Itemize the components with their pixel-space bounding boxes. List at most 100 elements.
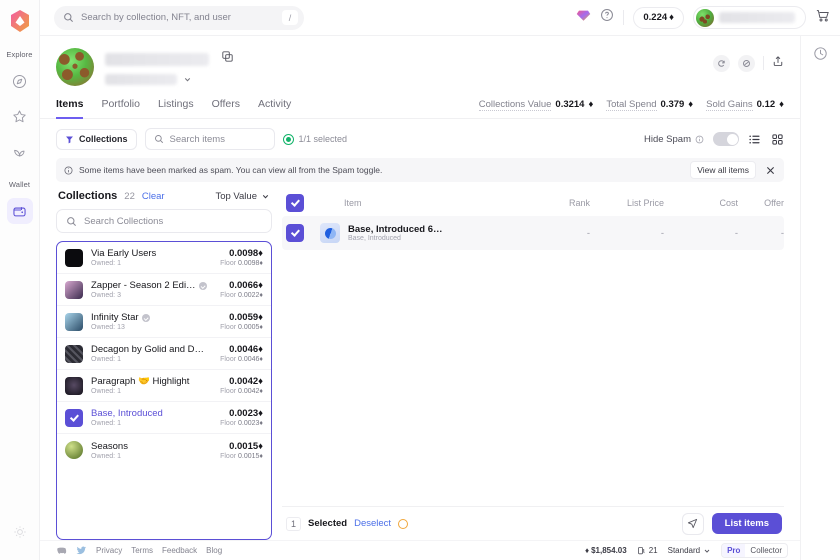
right-rail <box>800 36 840 560</box>
profile-handle-row[interactable] <box>105 74 234 85</box>
cart-icon[interactable] <box>815 8 830 28</box>
stat-value: 0.12 <box>756 99 776 110</box>
send-icon[interactable] <box>681 512 704 535</box>
gem-icon[interactable] <box>576 9 591 27</box>
item-collection: Base, Introduced <box>348 235 401 242</box>
collection-owned: Owned: 1 <box>91 388 121 395</box>
close-icon[interactable] <box>765 165 776 176</box>
column-header-list-price[interactable]: List Price <box>590 198 664 208</box>
tab-listings[interactable]: Listings <box>158 93 194 119</box>
selection-actions: List items <box>681 512 782 535</box>
clear-collections-button[interactable]: Clear <box>142 191 165 202</box>
panes: Collections 22 Clear Top Value Search Co… <box>40 182 800 540</box>
cell-cost: - <box>734 227 738 239</box>
collection-owned: Owned: 1 <box>91 420 121 427</box>
list-item[interactable]: Infinity Star Owned: 13 0.0059♦ Floor 0.… <box>57 306 271 338</box>
global-search[interactable]: Search by collection, NFT, and user / <box>54 5 304 30</box>
collection-info: Via Early Users Owned: 1 <box>91 248 212 267</box>
gas-speed-dropdown[interactable]: Standard <box>668 546 711 555</box>
verified-badge-icon <box>198 281 207 290</box>
eth-price-value: $1,854.03 <box>591 546 627 555</box>
selection-footer: 1 Selected Deselect List items <box>282 506 784 540</box>
list-item-selected[interactable]: Base, Introduced Owned: 1 0.0023♦ Floor … <box>57 402 271 434</box>
filter-bar-right: Hide Spam <box>644 132 784 146</box>
list-items-button[interactable]: List items <box>711 513 782 534</box>
app-logo[interactable] <box>7 8 33 34</box>
theme-toggle-icon[interactable] <box>13 525 27 544</box>
view-all-items-button[interactable]: View all items <box>690 161 756 179</box>
collections-sort-dropdown[interactable]: Top Value <box>215 191 270 202</box>
mode-collector[interactable]: Collector <box>745 544 787 557</box>
avatar <box>696 8 714 27</box>
footer-link-feedback[interactable]: Feedback <box>162 546 197 555</box>
tab-activity[interactable]: Activity <box>258 93 291 119</box>
row-checkbox[interactable] <box>286 224 304 242</box>
deselect-button[interactable]: Deselect <box>354 518 391 529</box>
tab-portfolio[interactable]: Portfolio <box>101 93 140 119</box>
twitter-icon[interactable] <box>76 545 87 556</box>
discord-icon[interactable] <box>56 545 67 556</box>
item-name: Base, Introduced 6… <box>348 224 443 235</box>
collection-checkbox-checked[interactable] <box>65 408 83 427</box>
hide-spam-control[interactable]: Hide Spam <box>644 134 704 145</box>
profile-name-row <box>105 50 234 68</box>
collection-floor: Floor 0.0046♦ <box>220 356 263 363</box>
footer-link-privacy[interactable]: Privacy <box>96 546 122 555</box>
list-item[interactable]: Decagon by Golid and D… Owned: 1 0.0046♦… <box>57 338 271 370</box>
profile-header <box>40 36 800 86</box>
tab-items[interactable]: Items <box>56 93 84 119</box>
collection-floor: Floor 0.0005♦ <box>220 324 263 331</box>
sync-icon[interactable] <box>738 54 755 72</box>
share-icon[interactable] <box>772 54 784 72</box>
list-item[interactable]: Zapper - Season 2 Edi… Owned: 3 0.0066♦ … <box>57 274 271 306</box>
sidebar-item-wallet[interactable] <box>6 198 33 224</box>
rail-section-explore: Explore <box>6 50 33 59</box>
stat-total-spend: Total Spend 0.379 ♦ <box>606 99 693 111</box>
item-cell: Base, Introduced 6… Base, Introduced <box>320 223 516 243</box>
column-header-item[interactable]: Item <box>320 198 516 208</box>
collection-name: Infinity Star <box>91 312 212 323</box>
list-view-icon[interactable] <box>748 133 761 146</box>
star-icon[interactable] <box>7 103 33 129</box>
search-icon <box>64 13 73 22</box>
column-header-cost[interactable]: Cost <box>664 198 738 208</box>
footer-link-terms[interactable]: Terms <box>131 546 153 555</box>
footer-link-blog[interactable]: Blog <box>206 546 222 555</box>
search-collections-input[interactable]: Search Collections <box>56 209 272 233</box>
hide-spam-toggle[interactable] <box>713 132 739 146</box>
eth-symbol: ♦ <box>779 99 784 110</box>
loading-ring-icon <box>398 518 409 529</box>
select-all-checkbox[interactable] <box>286 194 304 212</box>
item-thumbnail <box>320 223 340 243</box>
filter-bar: Collections Search items 1/1 selected Hi… <box>40 119 800 158</box>
account-pill[interactable] <box>693 6 806 29</box>
collection-values: 0.0046♦ Floor 0.0046♦ <box>220 344 263 363</box>
grid-view-icon[interactable] <box>771 133 784 146</box>
compass-icon[interactable] <box>7 68 33 94</box>
list-item[interactable]: Seasons Owned: 1 0.0015♦ Floor 0.0015♦ <box>57 434 271 466</box>
table-row[interactable]: Base, Introduced 6… Base, Introduced - -… <box>282 216 784 250</box>
gas-value: 21 <box>648 546 658 555</box>
list-item[interactable]: Paragraph 🤝 Highlight Owned: 1 0.0042♦ F… <box>57 370 271 402</box>
column-header-offer[interactable]: Offer <box>738 198 784 208</box>
list-item[interactable]: Via Early Users Owned: 1 0.0098♦ Floor 0… <box>57 242 271 274</box>
collection-owned: Owned: 1 <box>91 260 121 267</box>
chevron-down-icon <box>704 549 710 553</box>
tab-offers[interactable]: Offers <box>212 93 240 119</box>
refresh-icon[interactable] <box>713 54 730 72</box>
help-icon[interactable] <box>600 8 614 27</box>
balance-pill[interactable]: 0.224 ♦ <box>633 6 684 29</box>
copy-icon[interactable] <box>221 50 234 68</box>
collection-value: 0.0042♦ <box>229 376 263 387</box>
eth-symbol: ♦ <box>688 99 694 110</box>
account-name-redacted <box>719 12 795 23</box>
collections-filter-button[interactable]: Collections <box>56 128 137 150</box>
sprout-icon[interactable] <box>7 138 33 164</box>
gas-indicator[interactable]: 21 <box>637 546 658 555</box>
search-items-input[interactable]: Search items <box>144 128 275 150</box>
collection-info: Seasons Owned: 1 <box>91 441 212 460</box>
mode-pro[interactable]: Pro <box>722 544 746 557</box>
column-header-rank[interactable]: Rank <box>516 198 590 208</box>
balance-value: 0.224 <box>643 12 668 23</box>
history-icon[interactable] <box>813 46 828 66</box>
